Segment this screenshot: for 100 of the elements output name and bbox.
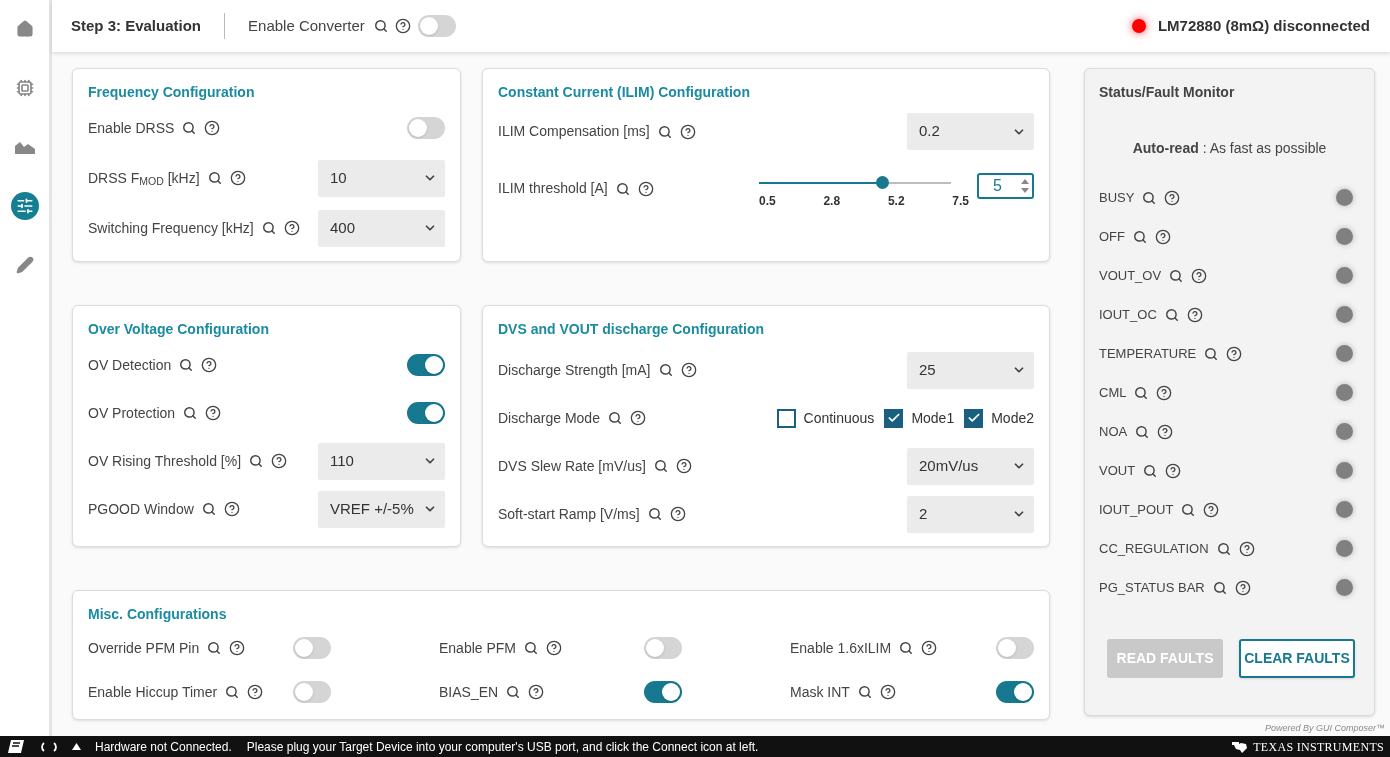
help-icon[interactable] (204, 120, 221, 136)
search-icon[interactable] (373, 19, 388, 33)
help-icon[interactable] (637, 180, 654, 197)
help-icon[interactable] (283, 220, 300, 236)
search-icon[interactable] (225, 685, 240, 699)
search-icon[interactable] (653, 459, 668, 473)
search-icon[interactable] (657, 124, 672, 139)
search-icon[interactable] (658, 363, 673, 377)
toggle-switch[interactable] (407, 117, 445, 139)
help-icon[interactable] (1156, 384, 1173, 401)
status-led (1336, 267, 1353, 284)
checkbox[interactable] (884, 408, 904, 428)
help-icon[interactable] (680, 362, 697, 378)
help-icon[interactable] (394, 18, 411, 34)
search-icon[interactable] (1204, 346, 1219, 361)
checkbox-label: Mode2 (991, 408, 1034, 428)
help-icon[interactable] (271, 453, 288, 469)
help-icon[interactable] (921, 640, 938, 656)
toggle-switch[interactable] (407, 354, 445, 376)
help-icon[interactable] (528, 684, 545, 700)
field-label: Discharge Mode (498, 408, 600, 428)
brand-name: TEXAS INSTRUMENTS (1253, 738, 1384, 756)
toggle-switch[interactable] (293, 681, 331, 703)
fault-button[interactable]: CLEAR FAULTS (1239, 639, 1355, 678)
help-icon[interactable] (1186, 306, 1203, 323)
sidebar-item[interactable] (10, 192, 39, 220)
help-icon[interactable] (1226, 345, 1243, 362)
search-icon[interactable] (506, 685, 521, 699)
select-field[interactable]: 110 (318, 442, 445, 480)
search-icon[interactable] (1169, 268, 1184, 283)
checkbox[interactable] (776, 408, 796, 428)
search-icon[interactable] (1142, 190, 1157, 205)
select-field[interactable]: VREF +/-5% (318, 490, 445, 528)
help-icon[interactable] (1191, 267, 1208, 284)
select-field[interactable]: 25 (907, 351, 1034, 389)
help-icon[interactable] (1165, 462, 1182, 479)
help-icon[interactable] (223, 501, 240, 517)
auto-read-text: Auto-read : As fast as possible (1131, 139, 1328, 158)
help-icon[interactable] (1203, 501, 1220, 518)
search-icon[interactable] (647, 507, 662, 521)
search-icon[interactable] (1212, 580, 1227, 595)
help-icon[interactable] (879, 684, 896, 700)
help-icon[interactable] (1157, 423, 1174, 440)
field-label: CC_REGULATION (1099, 539, 1209, 558)
search-icon[interactable] (524, 641, 539, 655)
select-field[interactable]: 2 (907, 495, 1034, 533)
search-icon[interactable] (1135, 424, 1150, 439)
checkbox-label: Continuous (803, 408, 875, 428)
search-icon[interactable] (857, 685, 872, 699)
toggle-switch[interactable] (644, 637, 682, 659)
triangle-up-icon[interactable] (72, 743, 81, 750)
help-icon[interactable] (546, 640, 563, 656)
toggle-switch[interactable] (293, 637, 331, 659)
toggle-switch[interactable] (996, 681, 1034, 703)
spinner-icon[interactable] (1021, 178, 1029, 194)
select-field[interactable]: 20mV/us (907, 447, 1034, 485)
select-field[interactable]: 400 (318, 209, 445, 247)
select-field[interactable]: 0.2 (907, 113, 1034, 150)
slider-track[interactable] (759, 176, 951, 190)
help-icon[interactable] (205, 405, 222, 421)
search-icon[interactable] (249, 454, 264, 468)
help-icon[interactable] (1164, 189, 1181, 206)
help-icon[interactable] (629, 410, 646, 426)
search-icon[interactable] (261, 221, 276, 235)
search-icon[interactable] (207, 641, 222, 655)
help-icon[interactable] (1238, 540, 1255, 557)
toggle-switch[interactable] (644, 681, 682, 703)
search-icon[interactable] (1133, 229, 1147, 244)
help-icon[interactable] (679, 123, 696, 140)
number-field[interactable]: 5 (977, 173, 1034, 199)
search-icon[interactable] (179, 358, 194, 372)
toggle-switch[interactable] (417, 15, 456, 37)
help-icon[interactable] (201, 357, 218, 373)
search-icon[interactable] (1181, 502, 1196, 517)
help-icon[interactable] (229, 170, 246, 186)
notebook-icon[interactable] (8, 740, 24, 753)
search-icon[interactable] (615, 181, 630, 196)
slider-thumb[interactable] (876, 176, 890, 189)
panel-title: Status/Fault Monitor (1099, 83, 1236, 101)
search-icon[interactable] (1216, 541, 1231, 556)
select-field[interactable]: 10 (318, 159, 445, 197)
search-icon[interactable] (207, 171, 222, 185)
pencil-icon (15, 256, 34, 274)
help-icon[interactable] (247, 684, 264, 700)
toggle-switch[interactable] (407, 402, 445, 424)
search-icon[interactable] (182, 121, 197, 135)
help-icon[interactable] (1155, 228, 1171, 245)
search-icon[interactable] (1143, 463, 1158, 478)
help-icon[interactable] (669, 506, 686, 522)
search-icon[interactable] (183, 406, 198, 420)
help-icon[interactable] (1234, 579, 1251, 596)
help-icon[interactable] (675, 458, 692, 474)
toggle-switch[interactable] (996, 637, 1034, 659)
checkbox[interactable] (964, 408, 984, 428)
search-icon[interactable] (607, 411, 622, 425)
search-icon[interactable] (201, 502, 216, 516)
search-icon[interactable] (1134, 385, 1149, 400)
search-icon[interactable] (1164, 307, 1179, 322)
search-icon[interactable] (899, 641, 914, 655)
help-icon[interactable] (229, 640, 246, 656)
